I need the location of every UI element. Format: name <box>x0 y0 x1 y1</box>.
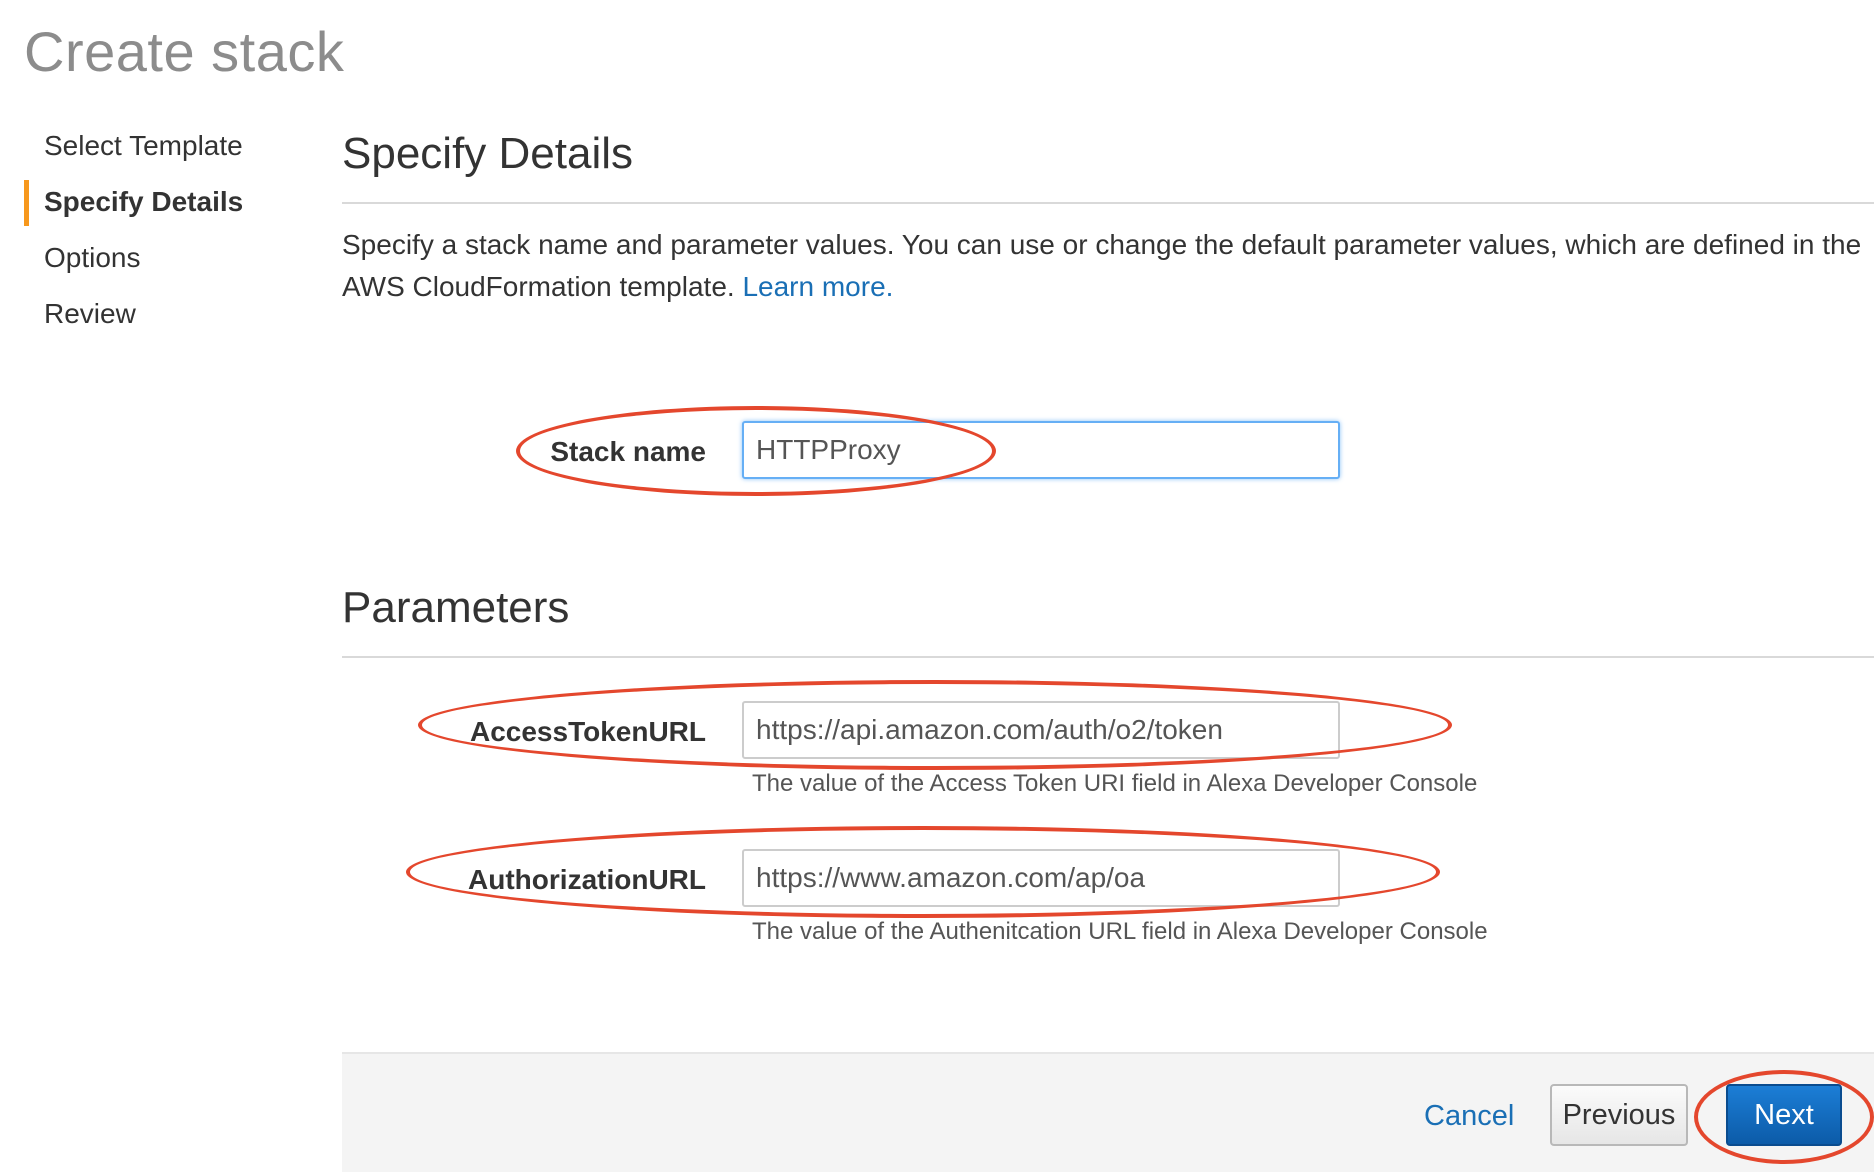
authorization-url-label: AuthorizationURL <box>468 864 706 895</box>
wizard-steps: Select Template Specify Details Options … <box>24 122 324 346</box>
stack-name-label: Stack name <box>550 436 706 467</box>
authorization-url-hint: The value of the Authenitcation URL fiel… <box>752 918 1488 945</box>
description-text: Specify a stack name and parameter value… <box>342 229 1862 302</box>
main-content: Specify Details Specify a stack name and… <box>342 0 1874 1172</box>
details-description: Specify a stack name and parameter value… <box>342 224 1874 308</box>
parameters-heading: Parameters <box>342 583 570 632</box>
page-title: Create stack <box>24 20 345 83</box>
access-token-url-hint: The value of the Access Token URI field … <box>752 770 1478 797</box>
step-specify-details[interactable]: Specify Details <box>24 178 324 234</box>
next-button[interactable]: Next <box>1726 1084 1842 1146</box>
step-select-template[interactable]: Select Template <box>24 122 324 178</box>
section-divider <box>342 202 1874 204</box>
parameters-divider <box>342 656 1874 658</box>
stack-name-input[interactable] <box>742 421 1340 479</box>
learn-more-link[interactable]: Learn more. <box>742 271 893 302</box>
specify-details-heading: Specify Details <box>342 129 634 178</box>
access-token-url-input[interactable] <box>742 701 1340 759</box>
cancel-button[interactable]: Cancel <box>1424 1100 1514 1133</box>
authorization-url-input[interactable] <box>742 849 1340 907</box>
wizard-footer: Cancel Previous Next <box>342 1052 1874 1172</box>
previous-button[interactable]: Previous <box>1550 1084 1688 1146</box>
step-options[interactable]: Options <box>24 234 324 290</box>
access-token-url-label: AccessTokenURL <box>469 716 706 747</box>
step-review[interactable]: Review <box>24 290 324 346</box>
